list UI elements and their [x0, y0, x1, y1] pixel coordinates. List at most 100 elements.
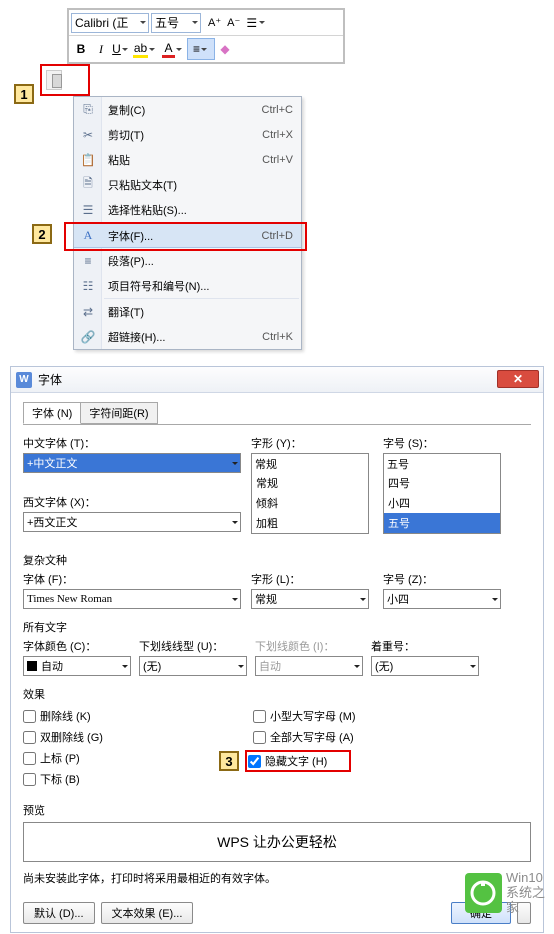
menu-item-paste-special[interactable]: ☰ 选择性粘贴(S)... [74, 197, 301, 222]
caret-down-icon [232, 521, 238, 524]
shrink-font-button[interactable]: A⁻ [227, 12, 240, 34]
checkbox-label: 小型大写字母 (M) [270, 708, 356, 724]
dialog-titlebar[interactable]: W 字体 ✕ [11, 367, 543, 393]
list-item[interactable]: 常规 [252, 473, 368, 493]
annotation-box-3: 隐藏文字 (H) [245, 750, 351, 772]
hyperlink-icon: 🔗 [80, 330, 96, 344]
menu-label: 项目符号和编号(N)... [108, 278, 209, 294]
fontcolor-combo[interactable]: 自动 [23, 656, 131, 676]
cn-font-label: 中文字体 (T)： [23, 435, 241, 451]
bold-button[interactable]: B [71, 38, 91, 60]
caret-down-icon [140, 21, 146, 24]
text-effect-button[interactable]: 文本效果 (E)... [101, 902, 194, 924]
caret-down-icon [149, 48, 155, 51]
preview-text: WPS 让办公更轻松 [217, 832, 337, 852]
caret-down-icon [259, 21, 265, 24]
list-item[interactable]: 四号 [384, 473, 500, 493]
list-item[interactable]: 倾斜 [252, 493, 368, 513]
style-listbox[interactable]: 常规 倾斜 加粗 [251, 473, 369, 534]
font-color-button[interactable]: A [159, 38, 187, 60]
italic-button[interactable]: I [91, 38, 111, 60]
caret-down-icon [192, 21, 198, 24]
font-name-combo[interactable]: Calibri (正 [71, 13, 149, 33]
bullets-icon: ☷ [80, 279, 96, 293]
line-spacing-button[interactable]: ☰ [246, 12, 267, 34]
list-item[interactable]: 五号 [384, 513, 500, 533]
complex-size-combo[interactable]: 小四 [383, 589, 501, 609]
floating-toolbar: Calibri (正 五号 A⁺ A⁻ ☰ B I U ab A ≡ ◆ [67, 8, 345, 64]
alltext-section-label: 所有文字 [23, 619, 531, 635]
west-font-combo[interactable]: +西文正文 [23, 512, 241, 532]
complex-font-combo[interactable]: Times New Roman [23, 589, 241, 609]
grow-font-button[interactable]: A⁺ [208, 12, 221, 34]
menu-item-paste[interactable]: 📋 粘贴 Ctrl+V [74, 147, 301, 172]
combo-value: +中文正文 [27, 455, 77, 471]
complex-style-combo[interactable]: 常规 [251, 589, 369, 609]
style-input[interactable]: 常规 [251, 453, 369, 473]
list-item[interactable]: 小四 [384, 493, 500, 513]
complex-style-label: 字形 (L)： [251, 571, 369, 587]
app-icon: W [16, 372, 32, 388]
close-icon: ✕ [513, 372, 523, 386]
eraser-button[interactable]: ◆ [215, 38, 235, 60]
font-color-icon: A [162, 41, 174, 58]
effects-section-label: 效果 [23, 686, 531, 702]
menu-item-translate[interactable]: ⇄ 翻译(T) [74, 299, 301, 324]
complex-size-label: 字号 (Z)： [383, 571, 501, 587]
menu-item-font[interactable]: 2 A 字体(F)... Ctrl+D [74, 223, 301, 248]
font-size-combo[interactable]: 五号 [151, 13, 201, 33]
caret-down-icon [122, 665, 128, 668]
emphasis-combo[interactable]: (无) [371, 656, 479, 676]
checkbox-label: 下标 (B) [40, 771, 80, 787]
annotation-box-1 [40, 64, 90, 96]
combo-value: 自动 [41, 658, 63, 674]
menu-shortcut: Ctrl+K [262, 331, 293, 343]
menu-item-paste-text[interactable]: 🗎 只粘贴文本(T) [74, 172, 301, 197]
strike-checkbox[interactable]: 删除线 (K) [23, 708, 253, 724]
translate-icon: ⇄ [80, 305, 96, 319]
list-item[interactable]: 加粗 [252, 513, 368, 533]
menu-item-paragraph[interactable]: ≡ 段落(P)... [74, 248, 301, 273]
dialog-tabs: 字体 (N) 字符间距(R) [23, 403, 531, 425]
color-swatch-icon [27, 661, 37, 671]
size-listbox[interactable]: 四号 小四 五号 [383, 473, 501, 534]
close-button[interactable]: ✕ [497, 370, 539, 388]
underline-button[interactable]: U [111, 38, 131, 60]
cn-font-combo[interactable]: +中文正文 [23, 453, 241, 473]
menu-shortcut: Ctrl+C [262, 104, 293, 116]
smallcaps-checkbox[interactable]: 小型大写字母 (M) [253, 708, 356, 724]
menu-shortcut: Ctrl+V [262, 154, 293, 166]
default-button[interactable]: 默认 (D)... [23, 902, 95, 924]
hidden-checkbox[interactable]: 隐藏文字 (H) [248, 753, 327, 769]
tab-spacing[interactable]: 字符间距(R) [80, 402, 157, 424]
underlinecolor-combo: 自动 [255, 656, 363, 676]
font-size-value: 五号 [155, 14, 179, 31]
combo-value: Times New Roman [27, 593, 112, 605]
underlinecolor-label: 下划线颜色 (I)： [255, 638, 363, 654]
menu-item-bullets[interactable]: ☷ 项目符号和编号(N)... [74, 273, 301, 298]
caret-down-icon [238, 665, 244, 668]
caret-down-icon [360, 598, 366, 601]
menu-item-cut[interactable]: ✂ 剪切(T) Ctrl+X [74, 122, 301, 147]
combo-value: 常规 [255, 456, 277, 472]
tab-font[interactable]: 字体 (N) [23, 402, 81, 424]
combo-value: 自动 [259, 658, 281, 674]
menu-label: 粘贴 [108, 152, 130, 168]
menu-label: 段落(P)... [108, 253, 154, 269]
paste-icon: 📋 [80, 153, 96, 167]
allcaps-checkbox[interactable]: 全部大写字母 (A) [253, 729, 356, 745]
highlight-button[interactable]: ab [131, 38, 159, 60]
underline-combo[interactable]: (无) [139, 656, 247, 676]
dialog-title: 字体 [38, 371, 62, 388]
subscript-checkbox[interactable]: 下标 (B) [23, 771, 253, 787]
size-input[interactable]: 五号 [383, 453, 501, 473]
dblstrike-checkbox[interactable]: 双删除线 (G) [23, 729, 253, 745]
menu-item-hyperlink[interactable]: 🔗 超链接(H)... Ctrl+K [74, 324, 301, 349]
checkbox-label: 隐藏文字 (H) [265, 753, 327, 769]
menu-label: 复制(C) [108, 102, 145, 118]
menu-item-copy[interactable]: ⎘ 复制(C) Ctrl+C [74, 97, 301, 122]
align-button[interactable]: ≡ [187, 38, 215, 60]
paragraph-icon: ≡ [80, 254, 96, 268]
caret-down-icon [232, 462, 238, 465]
checkbox-label: 删除线 (K) [40, 708, 91, 724]
